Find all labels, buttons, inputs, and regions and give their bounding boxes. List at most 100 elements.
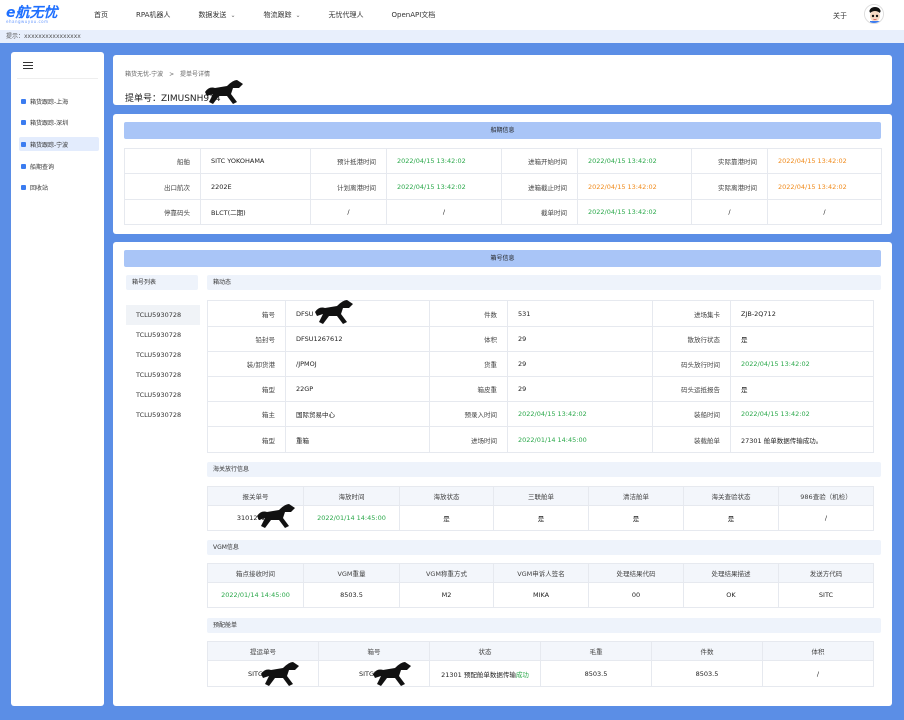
nav-label: OpenAPI文档 xyxy=(391,11,436,19)
cell-label: 铅封号 xyxy=(207,326,286,352)
cell-value: 2022/01/14 14:45:00 xyxy=(507,426,653,453)
column-header: VGM重量 xyxy=(303,563,400,583)
list-item[interactable]: TCLU5930728 xyxy=(126,345,200,365)
cell-value: 29 xyxy=(507,326,653,352)
manifest-table: 提运单号 箱号 状态 毛重 件数 体积 SITGNBM SITGNBM 2130… xyxy=(207,641,874,687)
sidebar-item-ningbo[interactable]: 箱货跟踪-宁波 xyxy=(19,137,99,151)
nav-rpa[interactable]: RPA机器人 xyxy=(136,10,170,20)
cell-value: 531 xyxy=(507,300,653,327)
bl-label: 提单号： xyxy=(125,94,162,104)
column-header: 发送方代码 xyxy=(778,563,874,583)
manifest-title: 预配舱单 xyxy=(207,618,881,633)
column-header: 海放时间 xyxy=(303,486,400,506)
customs-table: 报关单号 海放时间 海放状态 三联舱单 清洁舱单 海关查验状态 986查验（机检… xyxy=(207,486,874,531)
cell-value: 29 xyxy=(507,351,653,377)
cell-value: 2022/04/15 13:42:02 xyxy=(386,173,502,200)
table-row: 2022/01/14 14:45:00 8503.5 M2 MIKA 00 OK… xyxy=(207,582,874,608)
cell-value: / xyxy=(767,199,882,225)
column-header: 箱点接收时间 xyxy=(207,563,304,583)
cell-label: 停靠码头 xyxy=(124,199,201,225)
cell-label: 箱型 xyxy=(207,426,286,453)
table-header-row: 箱点接收时间 VGM重量 VGM称重方式 VGM申诉人签名 处理结果代码 处理结… xyxy=(207,563,874,583)
nav-home[interactable]: 首页 xyxy=(94,10,108,20)
cell-value: 2022/04/15 13:42:02 xyxy=(767,148,882,174)
cell-label: 进箱开始时间 xyxy=(501,148,578,174)
sidebar-item-schedule[interactable]: 船期查询 xyxy=(19,159,99,173)
ship-panel: 船期信息 船舶 SITC YOKOHAMA 预计抵港时间 2022/04/15 … xyxy=(113,114,892,234)
redaction-horse-icon xyxy=(315,300,353,324)
cell-label: 码头运抵报告 xyxy=(652,376,731,402)
column-header: 三联舱单 xyxy=(493,486,589,506)
sidebar-item-recycle[interactable]: 回收站 xyxy=(19,180,99,194)
cell-value: 是 xyxy=(399,505,494,531)
nav-openapi[interactable]: OpenAPI文档 xyxy=(392,10,436,20)
sidebar-item-label: 箱货跟踪-上海 xyxy=(30,98,69,106)
cell-value: 重箱 xyxy=(285,426,430,453)
vgm-title: VGM信息 xyxy=(207,540,881,555)
brand-logo[interactable]: e航无忧 ehangwuyou.com xyxy=(0,6,80,24)
cell-value: / xyxy=(778,505,874,531)
redaction-horse-icon xyxy=(205,80,243,104)
cell-label: 进箱截止时间 xyxy=(501,173,578,200)
cell-value: 8503.5 xyxy=(303,582,400,608)
cell-value: 21301 预配舱单数据传输成功 xyxy=(429,660,541,687)
nav-label: 无忧代理人 xyxy=(328,11,364,19)
nav-agent[interactable]: 无忧代理人 xyxy=(329,10,364,20)
avatar[interactable] xyxy=(864,4,884,24)
cell-value: 27301 舱单数据传输成功。 xyxy=(730,426,874,453)
sidebar-item-shenzhen[interactable]: 箱货跟踪-深圳 xyxy=(19,115,99,129)
divider xyxy=(17,78,98,79)
customs-title: 海关放行信息 xyxy=(207,462,881,477)
cell-value: 2022/04/15 13:42:02 xyxy=(577,173,692,200)
about-link[interactable]: 关于 xyxy=(833,11,847,21)
nav-label: 数据发送 xyxy=(198,11,227,19)
cell-label: 船舶 xyxy=(124,148,201,174)
list-item[interactable]: TCLU5930728 xyxy=(126,405,200,425)
box-list: TCLU5930728 TCLU5930728 TCLU5930728 TCLU… xyxy=(126,305,200,425)
menu-square-icon xyxy=(21,98,26,104)
nav-logistics[interactable]: 物流跟踪 ⌄ xyxy=(263,10,300,20)
breadcrumb-current: 提单号详情 xyxy=(180,71,211,78)
ship-table: 船舶 SITC YOKOHAMA 预计抵港时间 2022/04/15 13:42… xyxy=(124,148,882,225)
column-header: 处理结果代码 xyxy=(588,563,684,583)
column-header: 提运单号 xyxy=(207,641,319,661)
cell-value: 是 xyxy=(730,376,874,402)
sidebar-item-shanghai[interactable]: 箱货跟踪-上海 xyxy=(19,94,99,108)
list-item[interactable]: TCLU5930728 xyxy=(126,385,200,405)
section-title-ship: 船期信息 xyxy=(124,122,881,139)
nav-label: RPA机器人 xyxy=(136,11,171,19)
cell-label: 装/卸货港 xyxy=(207,351,286,377)
list-item[interactable]: TCLU5930728 xyxy=(126,305,200,325)
tip-bar: 提示：xxxxxxxxxxxxxxxx xyxy=(0,30,904,43)
cell-label: 箱皮重 xyxy=(429,376,508,402)
top-navbar: e航无忧 ehangwuyou.com 首页 RPA机器人 数据发送 ⌄ 物流跟踪… xyxy=(0,0,904,30)
table-row: 310120220 2022/01/14 14:45:00 是 是 是 是 / xyxy=(207,505,874,531)
column-header: 清洁舱单 xyxy=(588,486,684,506)
table-header-row: 报关单号 海放时间 海放状态 三联舱单 清洁舱单 海关查验状态 986查验（机检… xyxy=(207,486,874,506)
table-row: SITGNBM SITGNBM 21301 预配舱单数据传输成功 8503.5 … xyxy=(207,660,874,687)
cell-value: OK xyxy=(683,582,779,608)
cell-label: 进场集卡 xyxy=(652,300,731,327)
list-item[interactable]: TCLU5930728 xyxy=(126,325,200,345)
cell-label: 计划离港时间 xyxy=(310,173,387,200)
menu-toggle-icon[interactable] xyxy=(23,62,33,70)
cell-value: DFSU1267612 xyxy=(285,326,430,352)
cell-label: 预录入时间 xyxy=(429,401,508,427)
sidebar-item-label: 船期查询 xyxy=(30,163,55,171)
list-item[interactable]: TCLU5930728 xyxy=(126,365,200,385)
cell-value: 22GP xyxy=(285,376,430,402)
column-header: 海关查验状态 xyxy=(683,486,779,506)
nav-data-send[interactable]: 数据发送 ⌄ xyxy=(198,10,235,20)
cell-label: 装船时间 xyxy=(652,401,731,427)
sidebar-item-label: 箱货跟踪-深圳 xyxy=(30,119,69,127)
box-dynamic-title: 箱动态 xyxy=(207,275,881,290)
breadcrumb-parent[interactable]: 箱货无忧-宁波 xyxy=(125,71,163,78)
sidebar: 箱货跟踪-上海 箱货跟踪-深圳 箱货跟踪-宁波 船期查询 回收站 xyxy=(11,52,104,706)
table-row: 出口航次 2202E 计划离港时间 2022/04/15 13:42:02 进箱… xyxy=(124,173,882,200)
cell-label: 码头放行时间 xyxy=(652,351,731,377)
cell-value: / xyxy=(386,199,502,225)
cell-value: 2022/04/15 13:42:02 xyxy=(386,148,502,174)
menu-square-icon xyxy=(21,141,26,147)
manifest-status-success: 成功 xyxy=(515,670,529,679)
cell-value: 2022/04/15 13:42:02 xyxy=(730,351,874,377)
